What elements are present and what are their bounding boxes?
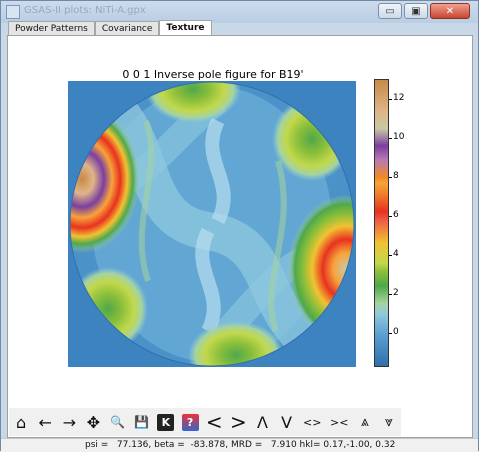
colorbar-label: 8 (393, 171, 399, 181)
close-button[interactable]: ✕ (430, 3, 470, 19)
colorbar-label: 12 (393, 93, 405, 103)
colorbar-label: 10 (393, 132, 405, 142)
colorbar-tick (389, 138, 392, 139)
expand-vertical-icon[interactable]: ⩓ (353, 409, 377, 435)
cursor-readout: psi = 77.136, beta = -83.878, MRD = 7.91… (85, 440, 396, 450)
plot-toolbar: ⌂ ← → ✥ 🔍 💾 K ? < > Λ V <> >< ⩓ ⩔ (9, 408, 401, 436)
save-icon[interactable]: 💾 (130, 409, 154, 435)
k-icon: K (157, 413, 175, 431)
colorbar-label: 4 (393, 249, 399, 259)
colorbar-tick (389, 333, 392, 334)
tab-texture[interactable]: Texture (159, 20, 212, 36)
title-bar: GSAS-II plots: NiTi-A.gpx ▭ ▣ ✕ (1, 1, 478, 23)
window-controls: ▭ ▣ ✕ (378, 3, 470, 19)
plot-panel: 0 0 1 Inverse pole figure for B19' 0 2 4… (7, 35, 473, 438)
zoom-icon[interactable]: 🔍 (106, 409, 130, 435)
help-icon-button[interactable]: ? (178, 409, 202, 435)
colorbar-tick (389, 216, 392, 217)
window-title: GSAS-II plots: NiTi-A.gpx (24, 5, 146, 16)
tab-powder-patterns[interactable]: Powder Patterns (8, 21, 95, 36)
plot-title: 0 0 1 Inverse pole figure for B19' (122, 68, 304, 81)
minimize-button[interactable]: ▭ (378, 3, 402, 19)
colorbar-label: 2 (393, 288, 399, 298)
maximize-button[interactable]: ▣ (404, 3, 428, 19)
tab-covariance[interactable]: Covariance (94, 21, 160, 36)
back-icon[interactable]: ← (33, 409, 57, 435)
colorbar (374, 79, 389, 367)
plot-window: GSAS-II plots: NiTi-A.gpx ▭ ▣ ✕ Powder P… (0, 0, 479, 452)
forward-icon[interactable]: → (57, 409, 81, 435)
contract-horizontal-icon[interactable]: >< (326, 409, 353, 435)
colorbar-tick (389, 177, 392, 178)
pan-icon[interactable]: ✥ (81, 409, 105, 435)
colorbar-tick (389, 99, 392, 100)
shift-right-icon[interactable]: > (226, 409, 250, 435)
k-icon-button[interactable]: K (154, 409, 178, 435)
colorbar-tick (389, 255, 392, 256)
help-icon: ? (181, 413, 199, 431)
colorbar-tick (389, 294, 392, 295)
shift-up-icon[interactable]: Λ (250, 409, 274, 435)
contract-vertical-icon[interactable]: ⩔ (377, 409, 401, 435)
colorbar-label: 0 (393, 327, 399, 337)
plot-tabs: Powder Patterns Covariance Texture (8, 20, 212, 36)
status-bar: psi = 77.136, beta = -83.878, MRD = 7.91… (1, 438, 478, 452)
shift-left-icon[interactable]: < (202, 409, 226, 435)
home-icon[interactable]: ⌂ (9, 409, 33, 435)
app-icon (6, 5, 20, 19)
inverse-pole-figure[interactable] (68, 81, 356, 367)
shift-down-icon[interactable]: V (275, 409, 299, 435)
expand-horizontal-icon[interactable]: <> (299, 409, 326, 435)
colorbar-label: 6 (393, 210, 399, 220)
